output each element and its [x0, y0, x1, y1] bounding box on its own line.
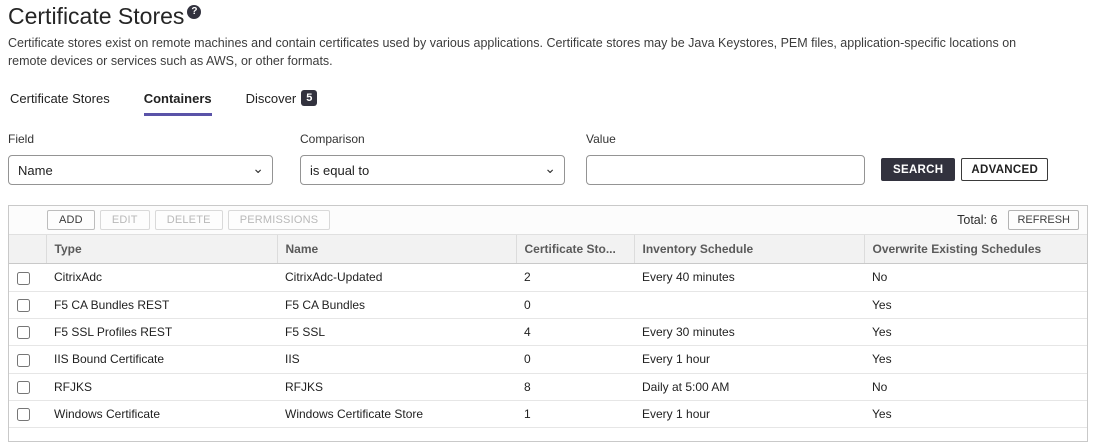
cell-certificate-count: 4 — [516, 318, 634, 345]
cell-overwrite: Yes — [864, 318, 1087, 345]
value-input[interactable] — [586, 155, 865, 185]
value-filter-group: Value — [586, 132, 865, 185]
tab-discover-label: Discover — [246, 91, 297, 106]
row-checkbox[interactable] — [17, 272, 30, 285]
page-header: Certificate Stores ? — [8, 4, 1088, 29]
value-label: Value — [586, 132, 865, 146]
cell-inventory-schedule: Every 1 hour — [634, 400, 864, 427]
certificate-stores-grid-panel: ADD EDIT DELETE PERMISSIONS Total: 6 REF… — [8, 205, 1088, 442]
cell-inventory-schedule: Every 30 minutes — [634, 318, 864, 345]
page-description: Certificate stores exist on remote machi… — [8, 35, 1054, 70]
cell-inventory-schedule: Every 1 hour — [634, 346, 864, 373]
comparison-label: Comparison — [300, 132, 565, 146]
row-checkbox[interactable] — [17, 299, 30, 312]
cell-certificate-count: 1 — [516, 400, 634, 427]
tab-discover[interactable]: Discover 5 — [246, 88, 318, 116]
cell-overwrite: No — [864, 373, 1087, 400]
cell-certificate-count: 0 — [516, 346, 634, 373]
cell-overwrite: No — [864, 264, 1087, 291]
tab-certificate-stores[interactable]: Certificate Stores — [10, 88, 110, 116]
cell-name: CitrixAdc-Updated — [277, 264, 516, 291]
comparison-filter-group: Comparison is equal to ⌄ — [300, 132, 565, 185]
comparison-select[interactable]: is equal to ⌄ — [300, 155, 565, 185]
tab-certificate-stores-label: Certificate Stores — [10, 91, 110, 106]
advanced-button[interactable]: ADVANCED — [961, 158, 1048, 181]
row-checkbox[interactable] — [17, 354, 30, 367]
total-count: Total: 6 — [957, 213, 997, 227]
cell-certificate-count: 0 — [516, 291, 634, 318]
cell-type: Windows Certificate — [46, 400, 277, 427]
column-header-type[interactable]: Type — [46, 235, 277, 264]
edit-button[interactable]: EDIT — [100, 210, 150, 230]
cell-type: RFJKS — [46, 373, 277, 400]
search-button[interactable]: SEARCH — [881, 158, 955, 181]
add-button[interactable]: ADD — [47, 210, 95, 230]
cell-type: F5 CA Bundles REST — [46, 291, 277, 318]
select-all-header — [9, 235, 46, 264]
refresh-button[interactable]: REFRESH — [1008, 210, 1079, 230]
field-filter-group: Field Name ⌄ — [8, 132, 273, 185]
cell-certificate-count: 2 — [516, 264, 634, 291]
cell-inventory-schedule: Daily at 5:00 AM — [634, 373, 864, 400]
row-checkbox[interactable] — [17, 408, 30, 421]
tab-containers[interactable]: Containers — [144, 88, 212, 116]
comparison-select-value: is equal to — [310, 163, 369, 178]
permissions-button[interactable]: PERMISSIONS — [228, 210, 331, 230]
discover-count-badge: 5 — [301, 90, 317, 106]
cell-overwrite: Yes — [864, 291, 1087, 318]
row-checkbox[interactable] — [17, 381, 30, 394]
grid-toolbar: ADD EDIT DELETE PERMISSIONS Total: 6 REF… — [9, 206, 1087, 235]
certificate-stores-table: Type Name Certificate Sto... Inventory S… — [9, 235, 1087, 428]
cell-certificate-count: 8 — [516, 373, 634, 400]
field-select-value: Name — [18, 163, 53, 178]
row-checkbox[interactable] — [17, 326, 30, 339]
tab-containers-label: Containers — [144, 91, 212, 106]
column-header-inventory-schedule[interactable]: Inventory Schedule — [634, 235, 864, 264]
cell-inventory-schedule — [634, 291, 864, 318]
chevron-down-icon: ⌄ — [252, 160, 264, 177]
field-select[interactable]: Name ⌄ — [8, 155, 273, 185]
page-title: Certificate Stores — [8, 4, 184, 29]
column-header-certificate-count[interactable]: Certificate Sto... — [516, 235, 634, 264]
table-row[interactable]: RFJKS RFJKS 8 Daily at 5:00 AM No — [9, 373, 1087, 400]
field-label: Field — [8, 132, 273, 146]
table-row[interactable]: IIS Bound Certificate IIS 0 Every 1 hour… — [9, 346, 1087, 373]
search-filter-bar: Field Name ⌄ Comparison is equal to ⌄ Va… — [8, 132, 1088, 185]
table-header-row: Type Name Certificate Sto... Inventory S… — [9, 235, 1087, 264]
certificate-stores-page: Certificate Stores ? Certificate stores … — [0, 0, 1096, 442]
cell-type: F5 SSL Profiles REST — [46, 318, 277, 345]
cell-type: CitrixAdc — [46, 264, 277, 291]
cell-overwrite: Yes — [864, 346, 1087, 373]
cell-name: Windows Certificate Store — [277, 400, 516, 427]
cell-name: RFJKS — [277, 373, 516, 400]
cell-type: IIS Bound Certificate — [46, 346, 277, 373]
chevron-down-icon: ⌄ — [544, 160, 556, 177]
table-row[interactable]: F5 SSL Profiles REST F5 SSL 4 Every 30 m… — [9, 318, 1087, 345]
table-row[interactable]: F5 CA Bundles REST F5 CA Bundles 0 Yes — [9, 291, 1087, 318]
grid-footer — [9, 428, 1087, 441]
column-header-overwrite-schedules[interactable]: Overwrite Existing Schedules — [864, 235, 1087, 264]
cell-name: F5 SSL — [277, 318, 516, 345]
table-row[interactable]: CitrixAdc CitrixAdc-Updated 2 Every 40 m… — [9, 264, 1087, 291]
cell-overwrite: Yes — [864, 400, 1087, 427]
delete-button[interactable]: DELETE — [155, 210, 223, 230]
help-icon[interactable]: ? — [187, 5, 201, 19]
cell-name: F5 CA Bundles — [277, 291, 516, 318]
cell-name: IIS — [277, 346, 516, 373]
column-header-name[interactable]: Name — [277, 235, 516, 264]
table-row[interactable]: Windows Certificate Windows Certificate … — [9, 400, 1087, 427]
cell-inventory-schedule: Every 40 minutes — [634, 264, 864, 291]
tab-bar: Certificate Stores Containers Discover 5 — [8, 88, 1088, 116]
